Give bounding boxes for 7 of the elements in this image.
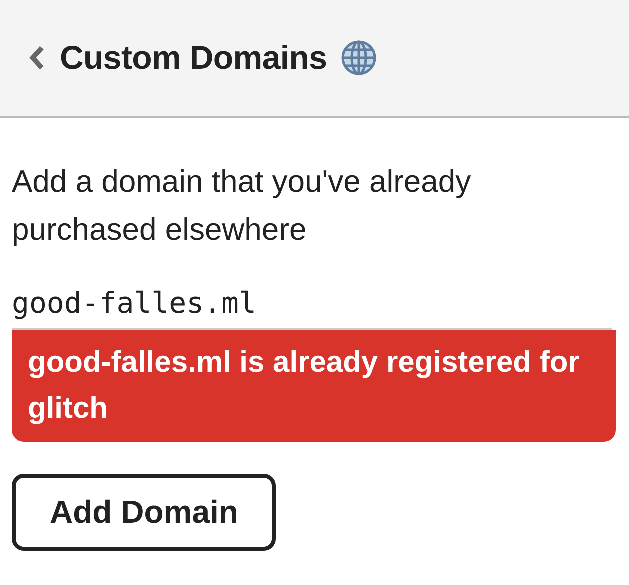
error-message: good-falles.ml is already registered for glitch <box>12 330 616 442</box>
page-title: Custom Domains <box>60 39 328 77</box>
add-domain-button[interactable]: Add Domain <box>12 474 276 551</box>
description-text: Add a domain that you've already purchased elsewhere <box>12 163 472 249</box>
domain-input-field[interactable]: good-falles.ml <box>12 286 612 330</box>
back-icon[interactable] <box>28 45 46 71</box>
globe-icon <box>341 40 378 76</box>
